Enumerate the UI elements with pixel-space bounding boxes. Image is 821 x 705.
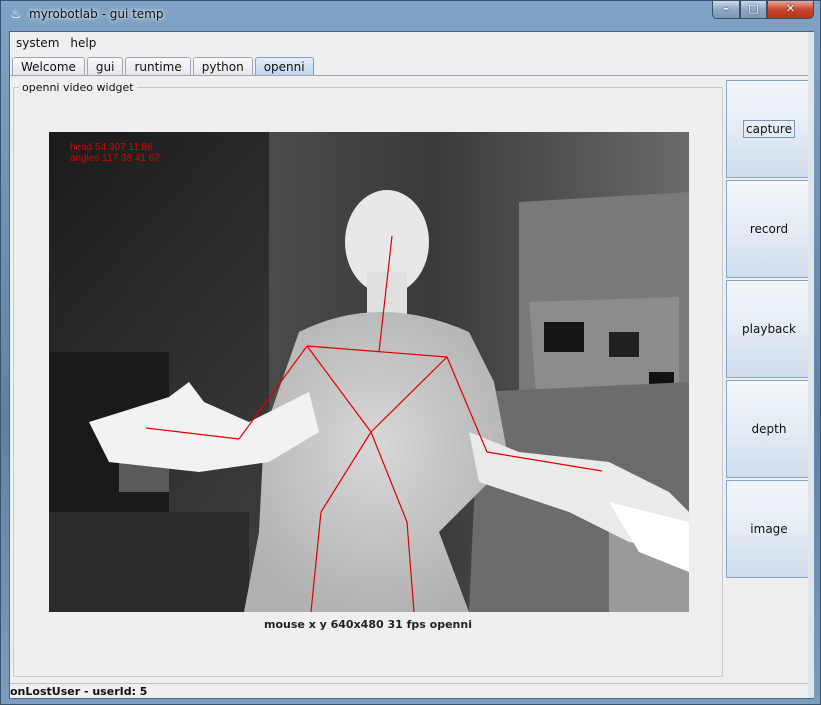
playback-button[interactable]: playback [726,280,812,378]
window-controls: – □ ✕ [712,1,814,21]
head-readout: head 54 307 11.86 [70,142,153,153]
openni-video-widget: openni video widget head 54 307 11.86 an… [13,81,723,677]
depth-video-feed[interactable]: head 54 307 11.86 angles 117 38 41 67 [49,132,689,612]
maximize-button[interactable]: □ [740,1,767,19]
title-bar[interactable]: ♨ myrobotlab - gui temp – □ ✕ [1,1,820,31]
window-title: myrobotlab - gui temp [29,7,164,21]
tab-runtime[interactable]: runtime [125,57,191,75]
control-button-column: capture record playback depth image [726,80,812,580]
record-button[interactable]: record [726,180,812,278]
status-bar: onLostUser - userId: 5 [10,683,813,699]
tab-welcome[interactable]: Welcome [12,57,85,75]
image-button-label: image [750,522,788,536]
depth-button-label: depth [751,422,787,436]
window-edge [808,32,814,698]
client-area: system help Welcome gui runtime python o… [9,31,814,699]
angles-readout: angles 117 38 41 67 [70,153,160,164]
depth-image [49,132,689,612]
image-button[interactable]: image [726,480,812,578]
tracking-overlay-text: head 54 307 11.86 angles 117 38 41 67 [70,142,160,164]
menu-bar: system help [10,32,813,54]
java-icon: ♨ [10,7,22,22]
close-button[interactable]: ✕ [767,1,814,19]
tab-divider [10,75,813,76]
application-window: ♨ myrobotlab - gui temp – □ ✕ system hel… [0,0,821,705]
video-status: mouse x y 640x480 31 fps openni [264,618,472,631]
capture-button[interactable]: capture [726,80,812,178]
record-button-label: record [749,222,789,236]
menu-system[interactable]: system [11,36,64,50]
tab-python[interactable]: python [192,57,253,75]
tab-bar: Welcome gui runtime python openni [12,57,316,76]
tab-openni[interactable]: openni [254,57,314,76]
capture-button-label: capture [743,120,795,138]
tab-gui[interactable]: gui [86,57,124,75]
depth-button[interactable]: depth [726,380,812,478]
widget-legend: openni video widget [19,81,137,94]
menu-help[interactable]: help [65,36,101,50]
minimize-button[interactable]: – [712,1,740,19]
playback-button-label: playback [742,322,796,336]
